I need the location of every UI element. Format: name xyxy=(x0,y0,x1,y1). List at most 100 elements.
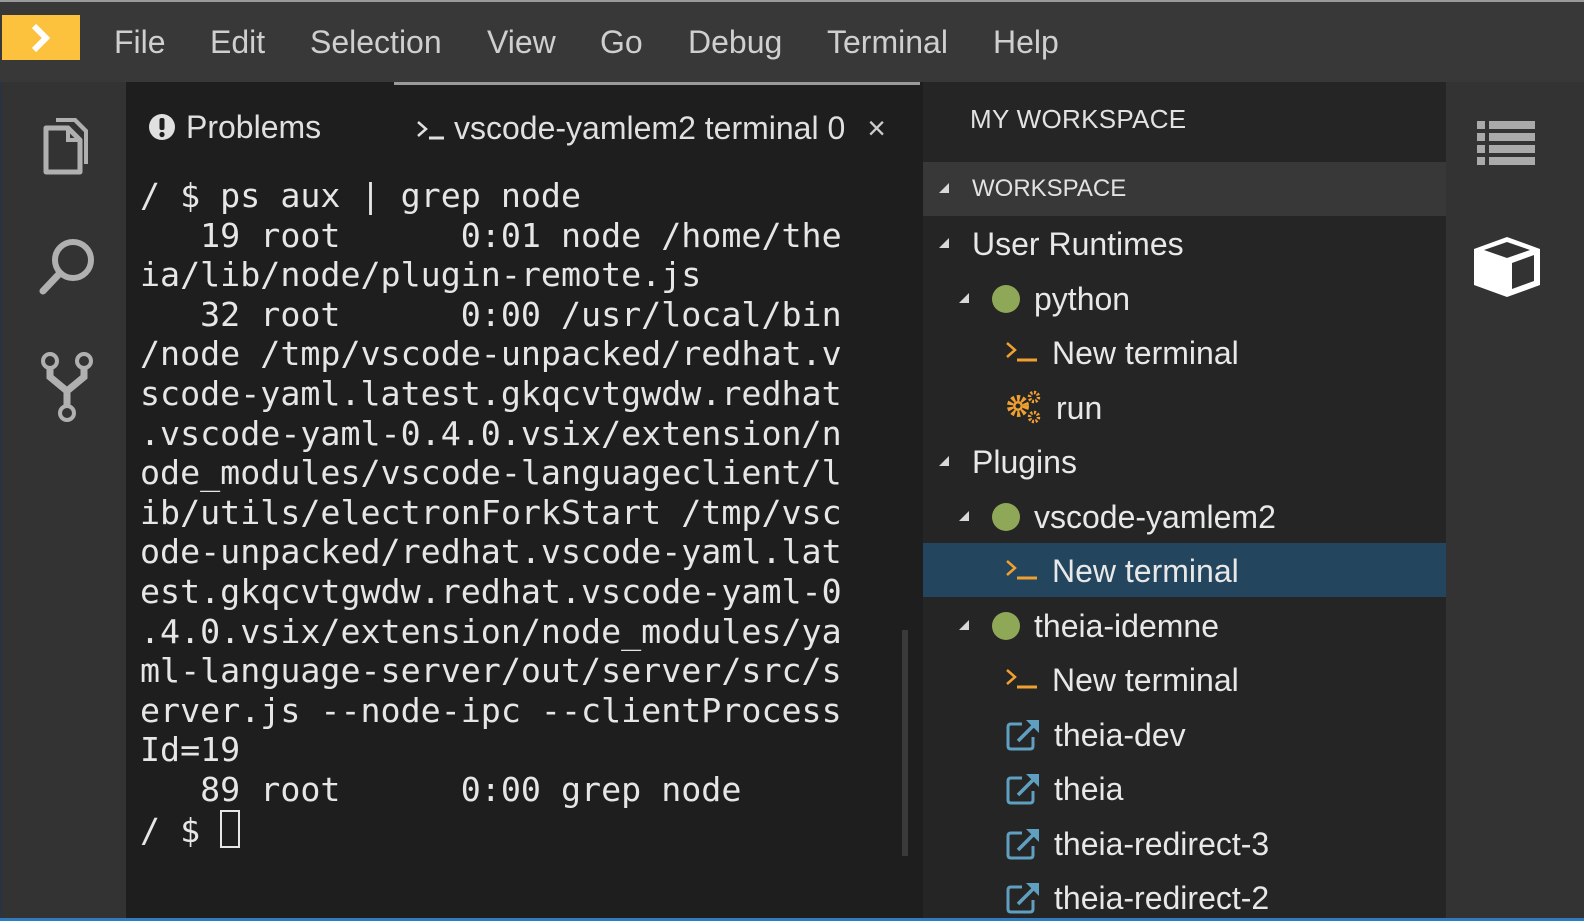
workspace-cube-icon xyxy=(1474,237,1540,297)
terminal-line: / $ ps aux | grep node xyxy=(140,176,582,215)
section-title: WORKSPACE xyxy=(972,175,1127,202)
search-button[interactable] xyxy=(32,232,102,302)
collapse-triangle-icon[interactable] xyxy=(939,238,949,248)
activity-bar xyxy=(0,82,126,918)
terminal-output[interactable]: / $ ps aux | grep node 19 root 0:01 node… xyxy=(140,176,904,918)
source-control-button[interactable] xyxy=(32,352,102,422)
tree-item[interactable]: vscode-yamlem2 xyxy=(923,489,1446,543)
collapse-triangle-icon xyxy=(939,183,949,193)
terminal-line: Id=19 xyxy=(140,730,241,770)
chevron-right-icon xyxy=(31,23,51,52)
editor-area: Problems vscode-yamlem2 terminal 0 × / $… xyxy=(126,82,920,918)
search-icon xyxy=(39,239,94,295)
terminal-line: .vscode-yaml-0.4.0.vsix/extension/n xyxy=(140,413,842,453)
tree-item-label: theia-redirect-2 xyxy=(1054,880,1270,916)
external-link-icon xyxy=(1006,717,1040,756)
tab-terminal[interactable]: vscode-yamlem2 terminal 0 × xyxy=(394,82,920,172)
menu-file[interactable]: File xyxy=(114,22,166,62)
collapse-triangle-icon[interactable] xyxy=(959,619,969,630)
terminal-line: scode-yaml.latest.gkqcvtgwdw.redhat xyxy=(140,373,842,413)
files-explorer-icon xyxy=(43,118,88,175)
collapse-triangle-icon[interactable] xyxy=(959,292,969,303)
tree-item-label: theia xyxy=(1054,771,1124,807)
tree-item[interactable]: theia xyxy=(923,761,1446,815)
status-running-icon xyxy=(992,611,1020,640)
collapse-triangle-icon[interactable] xyxy=(939,456,949,466)
outline-list-icon xyxy=(1477,121,1535,165)
workspace-panel: MY WORKSPACE WORKSPACE User Runtimes pyth… xyxy=(920,82,1446,918)
terminal-cursor xyxy=(220,809,241,848)
tab-problems-label: Problems xyxy=(186,108,322,145)
terminal-line: ode_modules/vscode-languageclient/l xyxy=(140,453,842,493)
status-running-icon xyxy=(992,284,1020,313)
tree-item[interactable]: theia-idemne xyxy=(923,598,1446,652)
tree-item[interactable]: theia-redirect-2 xyxy=(923,870,1446,921)
menu-bar: File Edit Selection View Go Debug Termin… xyxy=(0,2,1584,82)
terminal-line: 32 root 0:00 /usr/local/bin xyxy=(140,294,842,334)
app-logo-button[interactable] xyxy=(2,15,80,60)
tree-item[interactable]: User Runtimes xyxy=(923,216,1446,270)
terminal-line: /node /tmp/vscode-unpacked/redhat.v xyxy=(140,334,842,374)
tree-item[interactable]: run xyxy=(923,380,1446,434)
tree-item-label: theia-dev xyxy=(1054,716,1186,753)
tree-item-label: theia-idemne xyxy=(1034,607,1219,644)
external-link-icon xyxy=(1006,771,1040,810)
external-link-icon xyxy=(1006,880,1040,919)
tree-item[interactable]: python xyxy=(923,271,1446,325)
terminal-line: 19 root 0:01 node /home/the xyxy=(140,215,842,255)
terminal-prompt: / $ xyxy=(140,810,221,850)
panel-title: MY WORKSPACE xyxy=(970,104,1187,134)
terminal-line: 89 root 0:00 grep node xyxy=(140,769,742,809)
menu-selection[interactable]: Selection xyxy=(310,22,442,62)
tree-item-label: theia-redirect-3 xyxy=(1054,825,1270,862)
menu-terminal[interactable]: Terminal xyxy=(827,22,948,62)
terminal-prompt-icon xyxy=(417,120,444,139)
external-link-icon xyxy=(1006,826,1040,865)
tree-item[interactable]: New terminal xyxy=(923,325,1446,379)
terminal-line: ib/utils/electronForkStart /tmp/vsc xyxy=(140,492,842,532)
close-tab-icon[interactable]: × xyxy=(867,110,886,147)
tree-item[interactable]: Plugins xyxy=(923,434,1446,488)
terminal-scrollbar[interactable] xyxy=(902,630,908,856)
gears-icon xyxy=(1005,390,1043,429)
terminal-line: ode-unpacked/redhat.vscode-yaml.lat xyxy=(140,532,842,572)
tree-item[interactable]: theia-redirect-3 xyxy=(923,816,1446,870)
terminal-prompt-icon xyxy=(1005,553,1039,588)
menu-view[interactable]: View xyxy=(487,22,556,62)
menu-edit[interactable]: Edit xyxy=(210,22,265,62)
terminal-prompt-icon xyxy=(1005,335,1039,370)
exclamation-circle-icon xyxy=(149,114,175,140)
status-running-icon xyxy=(992,502,1020,531)
tree-item-label: run xyxy=(1056,389,1103,426)
terminal-line: .4.0.vsix/extension/node_modules/ya xyxy=(140,611,842,651)
terminal-line: erver.js --node-ipc --clientProcess xyxy=(140,690,842,730)
tab-bar: Problems vscode-yamlem2 terminal 0 × xyxy=(126,82,920,172)
terminal-line: ml-language-server/out/server/src/s xyxy=(140,651,842,691)
explorer-button[interactable] xyxy=(32,110,102,180)
outline-button[interactable] xyxy=(1472,108,1542,178)
tree-item-label: New terminal xyxy=(1052,553,1239,589)
menu-go[interactable]: Go xyxy=(600,22,643,62)
tree-item[interactable]: New terminal xyxy=(923,652,1446,706)
tree-item-label: New terminal xyxy=(1052,662,1239,698)
section-header-workspace[interactable]: WORKSPACE xyxy=(923,162,1446,216)
source-control-icon xyxy=(41,352,93,422)
terminal-line: ia/lib/node/plugin-remote.js xyxy=(140,255,702,295)
tree-item-label: python xyxy=(1034,280,1131,317)
right-activity-bar xyxy=(1446,82,1584,918)
menu-debug[interactable]: Debug xyxy=(688,22,782,62)
tree-item-label: Plugins xyxy=(972,444,1077,480)
tab-problems[interactable]: Problems xyxy=(148,82,393,172)
terminal-line: est.gkqcvtgwdw.redhat.vscode-yaml-0 xyxy=(140,571,842,611)
terminal-prompt-line[interactable]: / $ xyxy=(140,809,904,850)
tree-item-label: User Runtimes xyxy=(972,226,1184,262)
menu-help[interactable]: Help xyxy=(993,22,1059,62)
tree-item-label: New terminal xyxy=(1052,335,1239,371)
workspace-button[interactable] xyxy=(1472,232,1542,302)
collapse-triangle-icon[interactable] xyxy=(959,510,969,521)
tree-item-label: vscode-yamlem2 xyxy=(1034,498,1276,535)
terminal-prompt-icon xyxy=(1005,662,1039,697)
tree-item[interactable]: New terminal xyxy=(923,543,1446,597)
tree-item[interactable]: theia-dev xyxy=(923,707,1446,761)
tab-terminal-label: vscode-yamlem2 terminal 0 xyxy=(454,110,846,146)
